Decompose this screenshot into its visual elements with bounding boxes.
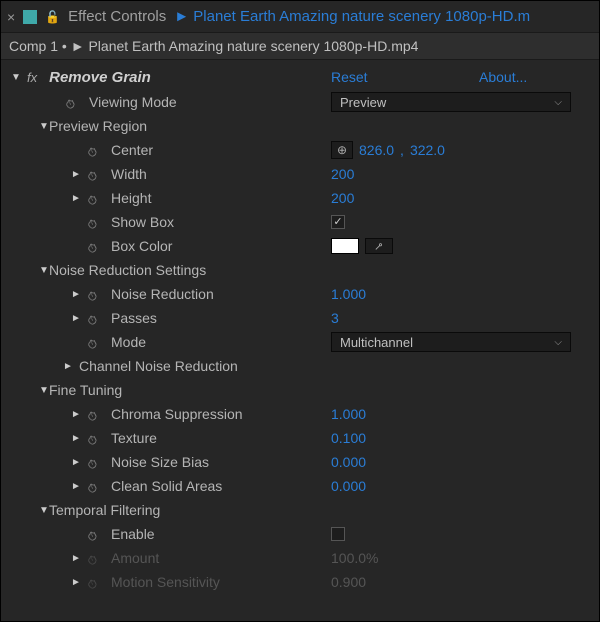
prop-viewing-mode: Viewing Mode Preview ⌵ bbox=[1, 90, 599, 114]
stopwatch-icon[interactable] bbox=[85, 238, 100, 253]
disclosure-triangle-icon[interactable] bbox=[39, 385, 49, 396]
stopwatch-icon[interactable] bbox=[85, 478, 100, 493]
stopwatch-icon[interactable] bbox=[85, 190, 100, 205]
disclosure-triangle-icon[interactable] bbox=[71, 289, 81, 300]
disclosure-triangle-icon[interactable] bbox=[39, 265, 49, 276]
width-value[interactable]: 200 bbox=[331, 166, 354, 182]
stopwatch-icon bbox=[85, 550, 100, 565]
viewing-mode-dropdown[interactable]: Preview ⌵ bbox=[331, 92, 571, 112]
stopwatch-icon[interactable] bbox=[85, 166, 100, 181]
stopwatch-icon[interactable] bbox=[85, 406, 100, 421]
disclosure-triangle-icon[interactable] bbox=[63, 361, 73, 372]
group-fine-tuning[interactable]: Fine Tuning bbox=[1, 378, 599, 402]
lock-icon[interactable]: 🔓 bbox=[45, 10, 60, 24]
group-channel-noise-reduction[interactable]: Channel Noise Reduction bbox=[1, 354, 599, 378]
stopwatch-icon[interactable] bbox=[85, 310, 100, 325]
texture-value[interactable]: 0.100 bbox=[331, 430, 366, 446]
stopwatch-icon[interactable] bbox=[85, 454, 100, 469]
point-target-button[interactable] bbox=[331, 141, 353, 159]
box-color-swatch[interactable] bbox=[331, 238, 359, 254]
effect-properties: fx Remove Grain Reset About... Viewing M… bbox=[1, 60, 599, 621]
show-box-checkbox[interactable] bbox=[331, 215, 345, 229]
mode-dropdown[interactable]: Multichannel ⌵ bbox=[331, 332, 571, 352]
label-color-swatch[interactable] bbox=[23, 10, 37, 24]
group-noise-reduction-settings[interactable]: Noise Reduction Settings bbox=[1, 258, 599, 282]
disclosure-triangle-icon[interactable] bbox=[71, 481, 81, 492]
center-y-value[interactable]: 322.0 bbox=[410, 142, 445, 158]
disclosure-triangle-icon[interactable] bbox=[71, 313, 81, 324]
stopwatch-icon bbox=[85, 574, 100, 589]
panel-title: Effect Controls bbox=[68, 8, 166, 25]
prop-enable: Enable bbox=[1, 522, 599, 546]
prop-motion-sensitivity: Motion Sensitivity 0.900 bbox=[1, 570, 599, 594]
chroma-suppression-value[interactable]: 1.000 bbox=[331, 406, 366, 422]
stopwatch-icon[interactable] bbox=[85, 214, 100, 229]
prop-height: Height 200 bbox=[1, 186, 599, 210]
prop-width: Width 200 bbox=[1, 162, 599, 186]
height-value[interactable]: 200 bbox=[331, 190, 354, 206]
breadcrumb-clip[interactable]: Planet Earth Amazing nature scenery 1080… bbox=[88, 38, 418, 54]
group-preview-region[interactable]: Preview Region bbox=[1, 114, 599, 138]
clean-solid-areas-value[interactable]: 0.000 bbox=[331, 478, 366, 494]
disclosure-triangle-icon[interactable] bbox=[39, 505, 49, 516]
eyedropper-button[interactable] bbox=[365, 238, 393, 254]
prop-box-color: Box Color bbox=[1, 234, 599, 258]
prop-center: Center 826.0,322.0 bbox=[1, 138, 599, 162]
prop-show-box: Show Box bbox=[1, 210, 599, 234]
prop-passes: Passes 3 bbox=[1, 306, 599, 330]
stopwatch-icon[interactable] bbox=[85, 142, 100, 157]
passes-value[interactable]: 3 bbox=[331, 310, 339, 326]
panel-tab-bar: × 🔓 Effect Controls ► Planet Earth Amazi… bbox=[1, 1, 599, 33]
stopwatch-icon[interactable] bbox=[85, 334, 100, 349]
reset-button[interactable]: Reset bbox=[331, 69, 368, 85]
noise-reduction-value[interactable]: 1.000 bbox=[331, 286, 366, 302]
disclosure-triangle-icon[interactable] bbox=[11, 72, 21, 83]
disclosure-triangle-icon[interactable] bbox=[71, 457, 81, 468]
fx-badge[interactable]: fx bbox=[27, 70, 37, 85]
chevron-down-icon: ⌵ bbox=[554, 337, 562, 348]
stopwatch-icon[interactable] bbox=[85, 526, 100, 541]
prop-amount: Amount 100.0% bbox=[1, 546, 599, 570]
amount-value: 100.0% bbox=[331, 550, 378, 566]
disclosure-triangle-icon[interactable] bbox=[71, 409, 81, 420]
prop-mode: Mode Multichannel ⌵ bbox=[1, 330, 599, 354]
noise-size-bias-value[interactable]: 0.000 bbox=[331, 454, 366, 470]
disclosure-triangle-icon bbox=[71, 577, 81, 588]
center-x-value[interactable]: 826.0 bbox=[359, 142, 394, 158]
prop-texture: Texture 0.100 bbox=[1, 426, 599, 450]
group-temporal-filtering[interactable]: Temporal Filtering bbox=[1, 498, 599, 522]
prop-chroma-suppression: Chroma Suppression 1.000 bbox=[1, 402, 599, 426]
effect-header[interactable]: fx Remove Grain Reset About... bbox=[1, 64, 599, 90]
stopwatch-icon[interactable] bbox=[85, 430, 100, 445]
enable-checkbox[interactable] bbox=[331, 527, 345, 541]
chevron-down-icon: ⌵ bbox=[554, 97, 562, 108]
breadcrumb: Comp 1 • ► Planet Earth Amazing nature s… bbox=[1, 33, 599, 60]
stopwatch-icon[interactable] bbox=[85, 286, 100, 301]
close-icon[interactable]: × bbox=[7, 9, 15, 25]
panel-clip-path[interactable]: ► Planet Earth Amazing nature scenery 10… bbox=[174, 8, 530, 25]
disclosure-triangle-icon[interactable] bbox=[71, 169, 81, 180]
effect-name: Remove Grain bbox=[49, 69, 151, 86]
disclosure-triangle-icon[interactable] bbox=[71, 433, 81, 444]
disclosure-triangle-icon[interactable] bbox=[39, 121, 49, 132]
breadcrumb-comp[interactable]: Comp 1 bbox=[9, 38, 58, 54]
prop-clean-solid-areas: Clean Solid Areas 0.000 bbox=[1, 474, 599, 498]
motion-sensitivity-value: 0.900 bbox=[331, 574, 366, 590]
stopwatch-icon[interactable] bbox=[63, 94, 78, 109]
prop-noise-size-bias: Noise Size Bias 0.000 bbox=[1, 450, 599, 474]
about-button[interactable]: About... bbox=[479, 69, 527, 85]
prop-noise-reduction: Noise Reduction 1.000 bbox=[1, 282, 599, 306]
disclosure-triangle-icon bbox=[71, 553, 81, 564]
disclosure-triangle-icon[interactable] bbox=[71, 193, 81, 204]
